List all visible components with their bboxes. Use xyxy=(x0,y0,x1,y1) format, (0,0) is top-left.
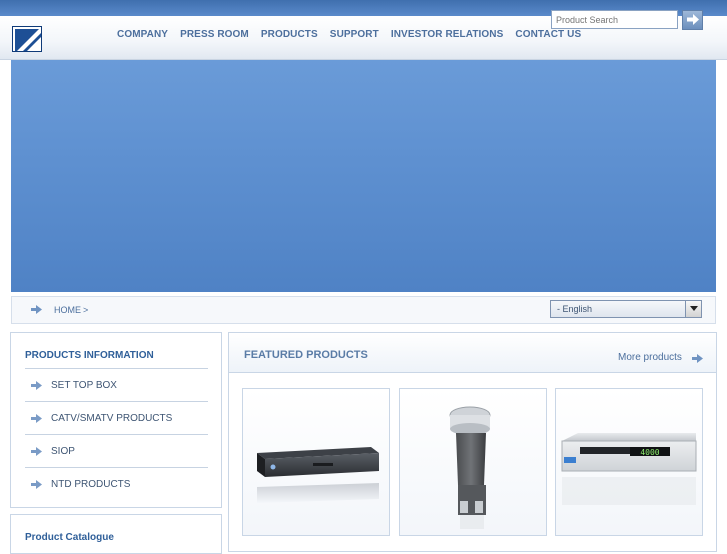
nav-support[interactable]: SUPPORT xyxy=(330,28,379,42)
more-products-link[interactable]: More products xyxy=(618,352,682,363)
main-nav: COMPANY PRESS ROOM PRODUCTS SUPPORT INVE… xyxy=(117,28,593,42)
sidebar-item-label: SET TOP BOX xyxy=(51,380,117,391)
sidebar-item-label: CATV/SMATV PRODUCTS xyxy=(51,413,173,424)
arrow-right-icon xyxy=(31,447,42,456)
language-select[interactable]: - English xyxy=(550,300,702,318)
featured-product-card[interactable] xyxy=(399,388,547,536)
sidebar-item-catv-smatv[interactable]: CATV/SMATV PRODUCTS xyxy=(25,401,208,434)
set-top-box-image xyxy=(257,447,379,503)
lnb-image xyxy=(449,406,491,529)
sidebar-item-label: NTD PRODUCTS xyxy=(51,479,131,490)
product-category-list: SET TOP BOX CATV/SMATV PRODUCTS SIOP NTD… xyxy=(25,368,208,500)
language-selected-value: - English xyxy=(557,304,593,314)
panel-title: PRODUCTS INFORMATION xyxy=(25,350,154,361)
sidebar-item-siop[interactable]: SIOP xyxy=(25,434,208,467)
featured-products-header: FEATURED PRODUCTS More products xyxy=(229,333,716,373)
page-margin-right xyxy=(716,60,727,292)
receiver-image: 4000 xyxy=(561,433,697,505)
hero-banner xyxy=(11,60,716,292)
product-search-input[interactable] xyxy=(551,10,678,29)
nav-investor-relations[interactable]: INVESTOR RELATIONS xyxy=(391,28,504,42)
arrow-right-icon xyxy=(31,480,42,489)
arrow-right-icon xyxy=(31,381,42,390)
chevron-down-icon xyxy=(689,306,698,311)
company-logo[interactable] xyxy=(12,26,42,52)
nav-company[interactable]: COMPANY xyxy=(117,28,168,42)
product-catalogue-link[interactable]: Product Catalogue xyxy=(25,532,114,543)
sidebar-item-ntd-products[interactable]: NTD PRODUCTS xyxy=(25,467,208,500)
featured-product-card[interactable]: 4000 xyxy=(555,388,703,536)
page-margin-left xyxy=(0,60,11,292)
sidebar-item-set-top-box[interactable]: SET TOP BOX xyxy=(25,368,208,401)
arrow-right-icon xyxy=(31,414,42,423)
sidebar-item-label: SIOP xyxy=(51,446,75,457)
nav-products[interactable]: PRODUCTS xyxy=(261,28,318,42)
nav-press-room[interactable]: PRESS ROOM xyxy=(180,28,249,42)
featured-product-card[interactable] xyxy=(242,388,390,536)
receiver-display-text: 4000 xyxy=(640,448,659,457)
arrow-right-icon[interactable] xyxy=(692,354,703,363)
breadcrumb-home-link[interactable]: HOME xyxy=(54,305,81,315)
product-catalogue-panel: Product Catalogue xyxy=(10,514,222,554)
products-information-panel: PRODUCTS INFORMATION SET TOP BOX CATV/SM… xyxy=(10,332,222,508)
nav-contact-us[interactable]: CONTACT US xyxy=(515,28,581,42)
featured-products-title: FEATURED PRODUCTS xyxy=(244,349,368,361)
breadcrumb-separator: > xyxy=(83,305,89,315)
arrow-right-icon xyxy=(686,14,699,25)
arrow-right-icon xyxy=(31,305,42,314)
dropdown-button[interactable] xyxy=(685,301,701,317)
search-button[interactable] xyxy=(682,10,703,30)
